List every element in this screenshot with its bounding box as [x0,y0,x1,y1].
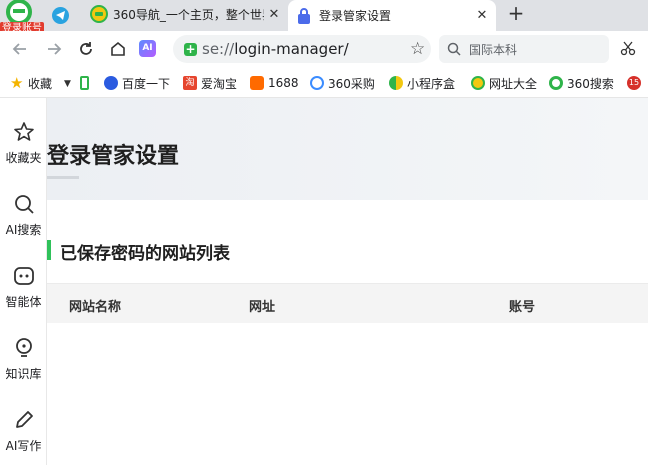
sidebar-item-ai-search[interactable]: AI搜索 [0,192,47,254]
sidebar-item-ai-writing[interactable]: AI写作 [0,408,47,465]
360-search-icon [549,76,563,90]
bookmarks-bar: ★ 收藏 ▼ 百度一下 淘 爱淘宝 1688 360采购 小程序盒 网址大全 3… [0,67,648,98]
back-button[interactable] [8,37,32,61]
360-purchase-icon [310,76,324,90]
table-header: 网站名称 网址 账号 [47,283,648,323]
bookmark-favorites[interactable]: ★ 收藏 [10,74,52,92]
search-placeholder: 国际本科 [469,43,518,57]
section-title: 已保存密码的网站列表 [60,244,230,264]
url-scheme: se:// [202,40,235,58]
bookmark-360-purchase[interactable]: 360采购 [310,74,376,92]
pencil-icon [15,411,33,428]
telegram-icon [52,7,69,24]
baidu-icon [104,76,118,90]
bookmark-taobao[interactable]: 淘 爱淘宝 [183,74,237,92]
bookmark-baidu[interactable]: 百度一下 [104,74,170,92]
close-tab-icon[interactable]: ✕ [472,8,492,23]
search-icon [447,42,461,56]
star-icon: ★ [10,74,24,92]
sidebar-item-label: 智能体 [5,295,42,309]
chevron-down-icon[interactable]: ▼ [64,79,71,89]
new-tab-button[interactable]: + [504,2,528,26]
sidebar-item-label: AI写作 [5,439,42,453]
bookmark-1688[interactable]: 1688 [250,74,299,92]
column-header-account: 账号 [509,300,536,315]
tab-title: 登录管家设置 [319,9,392,23]
column-header-url: 网址 [249,300,276,315]
bookmark-star-icon[interactable]: ☆ [410,39,425,59]
sidebar-item-label: 收藏夹 [5,151,42,165]
search-icon [14,195,34,214]
toolbar: AI + se://login-manager/ ☆ 国际本科 [0,31,648,67]
column-header-site-name: 网站名称 [69,300,122,315]
close-tab-icon[interactable]: ✕ [264,7,284,22]
screenshot-scissors-icon[interactable] [620,40,636,60]
secure-site-icon[interactable]: + [184,43,197,56]
bookmark-miniapp[interactable]: 小程序盒 [389,74,461,92]
url-text[interactable]: se://login-manager/ [202,40,349,58]
bulb-icon [15,338,32,357]
url-directory-icon [471,76,485,90]
phone-icon [80,76,89,90]
360-nav-favicon-icon [90,5,108,23]
game-15-icon: 15 [627,76,641,90]
search-box[interactable]: 国际本科 [439,35,609,63]
url-path: login-manager/ [234,40,349,58]
sidebar: 收藏夹 AI搜索 智能体 知识库 AI写作 [0,98,47,465]
bookmark-label: 小程序盒 [407,76,456,91]
miniapp-icon [389,76,403,90]
pinned-tab[interactable] [44,3,78,29]
tab-login-manager[interactable]: 登录管家设置 ✕ [288,0,496,31]
home-button[interactable] [106,37,130,61]
tab-title: 360导航_一个主页，整个世界 [113,7,264,22]
home-icon [111,41,125,56]
bookmark-label: 360搜索 [567,76,614,91]
bookmark-label: 爱淘宝 [201,76,238,91]
bookmark-phone[interactable] [80,74,93,92]
arrow-right-icon [48,43,62,55]
sidebar-item-knowledge-base[interactable]: 知识库 [0,336,47,398]
arrow-left-icon [12,43,26,55]
sidebar-item-label: 知识库 [5,367,42,381]
ai-assistant-button[interactable]: AI [139,40,156,57]
title-underline [47,176,79,179]
1688-icon [250,76,264,90]
bookmark-label: 百度一下 [122,76,171,91]
bookmark-label: 收藏 [28,76,53,91]
bookmark-360-search[interactable]: 360搜索 [549,74,614,92]
forward-button[interactable] [42,37,66,61]
page-title: 登录管家设置 [47,144,180,169]
bookmark-label: 1688 [268,76,299,90]
tab-360-navigation[interactable]: 360导航_一个主页，整个世界 ✕ [84,0,288,28]
sidebar-item-agent[interactable]: 智能体 [0,264,47,326]
sidebar-item-favorites[interactable]: 收藏夹 [0,120,47,182]
address-bar[interactable]: + se://login-manager/ ☆ [173,35,431,63]
page-header: 登录管家设置 [47,98,648,200]
reload-button[interactable] [74,37,98,61]
lock-favicon-icon [296,7,314,25]
bookmark-label: 360采购 [328,76,375,91]
bookmark-label: 网址大全 [489,76,538,91]
reload-icon [80,42,92,55]
bookmark-url-directory[interactable]: 网址大全 [471,74,537,92]
agent-icon [13,267,34,285]
tab-strip: 登录账号 360导航_一个主页，整个世界 ✕ 登录管家设置 ✕ + [0,0,648,35]
section-accent-bar [47,240,51,260]
star-outline-icon [13,122,34,141]
taobao-icon: 淘 [183,76,197,90]
bookmark-game-15[interactable]: 15 [627,74,645,92]
sidebar-item-label: AI搜索 [5,223,42,237]
browser-logo[interactable]: 登录账号 [0,0,44,35]
